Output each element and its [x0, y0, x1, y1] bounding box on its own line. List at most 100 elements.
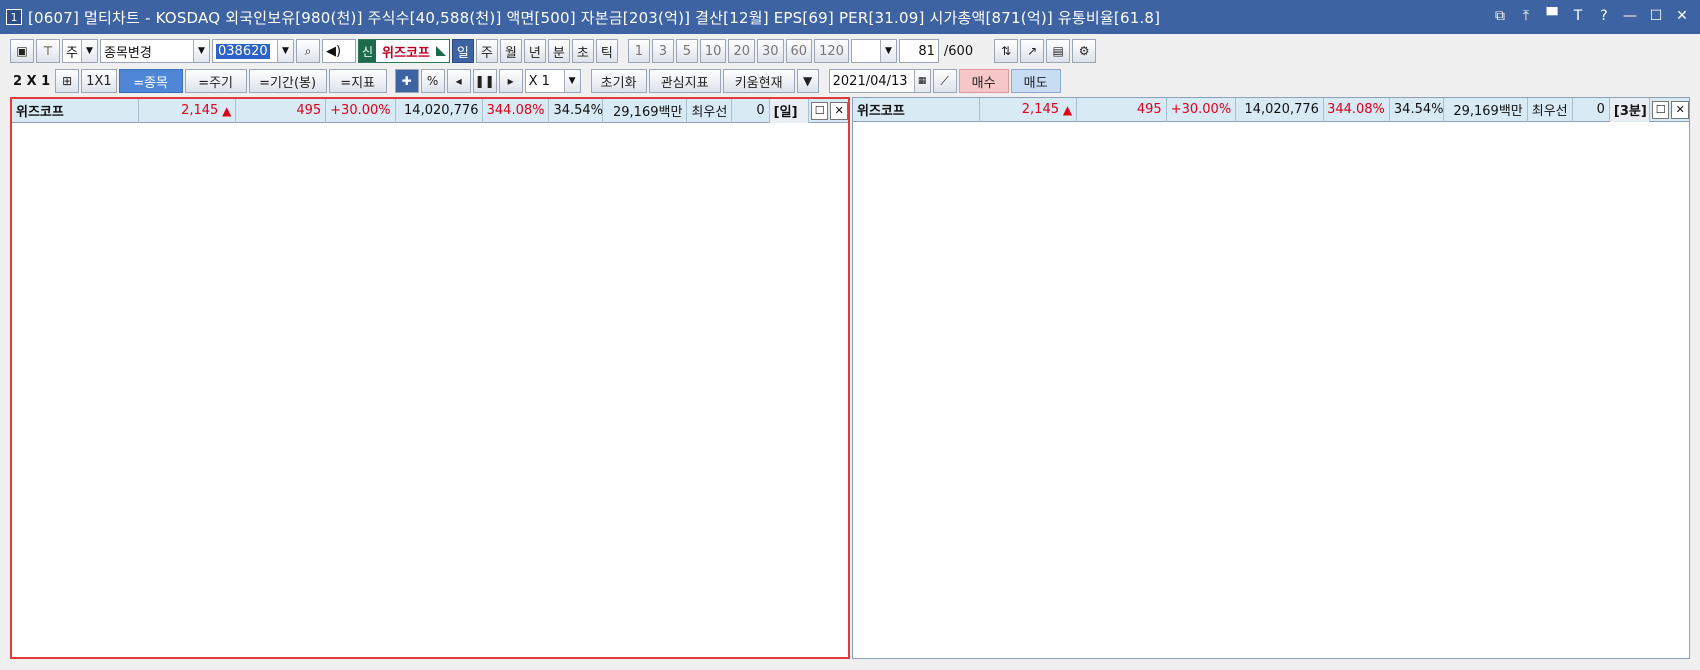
speaker-icon: ◀) [326, 43, 342, 59]
stock-name: 위즈코프 [382, 45, 430, 61]
pin-icon[interactable]: ⊤ [36, 39, 60, 63]
period-label: [3분] [1609, 97, 1650, 122]
toolbar-row-1: ▣ ⊤ 주 ▼ 종목변경 ▼ 038620 ▼ ⌕ ◀) 신 위즈코프 일 주 월 년… [10, 38, 1097, 64]
scroll-left-icon[interactable]: ◂ [446, 69, 471, 93]
period-tick[interactable]: 틱 [595, 39, 618, 63]
help-icon[interactable]: ? [1594, 6, 1614, 26]
percent-button[interactable]: % [420, 69, 445, 93]
gear-icon[interactable]: ⚙ [1072, 39, 1097, 63]
interval-120[interactable]: 120 [814, 39, 849, 63]
window-number: 1 [6, 9, 22, 25]
sell-button[interactable]: 매도 [1010, 69, 1061, 93]
grid-label: 2 X 1 [13, 73, 51, 89]
period-label: [일] [769, 98, 809, 123]
save-icon[interactable]: ▤ [1046, 39, 1071, 63]
period-month[interactable]: 월 [499, 39, 522, 63]
interval-input[interactable]: ▼ [850, 39, 897, 63]
window-title: [0607] 멀티차트 - KOSDAQ 외국인보유[980(천)] 주식수[4… [28, 8, 1161, 27]
fav-indicator-button[interactable]: 관심지표 [648, 69, 721, 93]
period-year[interactable]: 년 [523, 39, 546, 63]
pin-top-icon[interactable]: ⤒ [1516, 6, 1536, 26]
sound-select[interactable]: ◀) [322, 39, 356, 63]
close-icon[interactable]: ✕ [1672, 6, 1692, 26]
period-second[interactable]: 초 [571, 39, 594, 63]
interval-3[interactable]: 3 [651, 39, 674, 63]
sync-indicator-button[interactable]: =지표 [328, 69, 387, 93]
window-controls: ⧉ ⤒ ▀ T ? — ☐ ✕ [1490, 6, 1692, 26]
compare-icon[interactable]: ⇅ [994, 39, 1019, 63]
reset-button[interactable]: 초기화 [590, 69, 647, 93]
count-input[interactable]: 81 [898, 39, 939, 63]
draw-line-icon[interactable]: ↗ [1020, 39, 1045, 63]
pause-icon[interactable]: ❚❚ [472, 69, 497, 93]
buy-button[interactable]: 매수 [958, 69, 1009, 93]
layout-icon[interactable]: ▣ [10, 39, 34, 63]
chart-tool-icon[interactable]: ⟋ [932, 69, 957, 93]
sync-stock-button[interactable]: =종목 [118, 69, 183, 93]
amount: 29,169백만 [603, 98, 688, 123]
new-badge: 신 [359, 40, 377, 62]
right-chart-panel: 위즈코프 2,145 ▲ 495 +30.00% 14,020,776 344.… [852, 97, 1690, 659]
price-change-pct: +30.00% [1167, 97, 1237, 122]
interval-10[interactable]: 10 [699, 39, 727, 63]
price-change: 495 [1077, 97, 1167, 122]
crosshair-icon[interactable]: ✚ [394, 69, 419, 93]
minimize-icon[interactable]: — [1620, 6, 1640, 26]
interval-60[interactable]: 60 [785, 39, 813, 63]
pin-icon[interactable]: ▀ [1542, 6, 1562, 26]
tile-icon[interactable]: ⧉ [1490, 6, 1510, 26]
stock-code-input[interactable]: 038620 ▼ [212, 39, 294, 63]
left-panel-header: 위즈코프 2,145 ▲ 495 +30.00% 14,020,776 344.… [12, 98, 848, 123]
period-minute[interactable]: 분 [547, 39, 570, 63]
best-label: 최우선 [687, 98, 733, 123]
price: 2,145 ▲ [139, 98, 237, 123]
maximize-icon[interactable]: ☐ [1651, 100, 1670, 119]
volume-ratio: 344.08% [483, 98, 550, 123]
interval-1[interactable]: 1 [627, 39, 650, 63]
best-value: 0 [732, 98, 770, 123]
close-icon[interactable]: ✕ [830, 101, 848, 120]
period-day[interactable]: 일 [451, 39, 474, 63]
calendar-icon: ▦ [913, 70, 930, 92]
close-icon[interactable]: ✕ [1671, 100, 1689, 119]
chevron-down-icon: ▼ [879, 40, 896, 62]
corner-triangle-icon [435, 46, 446, 56]
mode-select[interactable]: 종목변경 ▼ [100, 39, 210, 63]
search-icon[interactable]: ⌕ [296, 39, 320, 63]
scroll-right-icon[interactable]: ▸ [498, 69, 523, 93]
chevron-down-icon: ▼ [193, 40, 209, 62]
maximize-icon[interactable]: ☐ [810, 101, 829, 120]
market-select[interactable]: 주 ▼ [62, 39, 98, 63]
arrow-up-icon: ▲ [1059, 102, 1073, 117]
best-value: 0 [1573, 97, 1610, 122]
best-label: 최우선 [1528, 97, 1573, 122]
sync-period-button[interactable]: =주기 [184, 69, 247, 93]
period-week[interactable]: 주 [475, 39, 498, 63]
price-change: 495 [236, 98, 327, 123]
interval-5[interactable]: 5 [675, 39, 698, 63]
count-max: /600 [943, 43, 974, 59]
chevron-down-icon[interactable]: ▼ [796, 69, 819, 93]
volume: 14,020,776 [396, 98, 484, 123]
price-change-pct: +30.00% [326, 98, 396, 123]
arrow-up-icon: ▲ [218, 103, 232, 118]
right-panel-header: 위즈코프 2,145 ▲ 495 +30.00% 14,020,776 344.… [853, 97, 1689, 122]
left-chart-panel: 위즈코프 2,145 ▲ 495 +30.00% 14,020,776 344.… [10, 97, 850, 659]
font-icon[interactable]: T [1568, 6, 1588, 26]
layout-1x1-button[interactable]: 1X1 [81, 69, 117, 93]
chevron-down-icon: ▼ [563, 70, 580, 92]
grid-icon[interactable]: ⊞ [55, 69, 80, 93]
volume-ratio: 344.08% [1324, 97, 1390, 122]
volume: 14,020,776 [1236, 97, 1324, 122]
maximize-icon[interactable]: ☐ [1646, 6, 1666, 26]
chevron-down-icon: ▼ [81, 40, 97, 62]
stock-name-box[interactable]: 신 위즈코프 [358, 39, 450, 63]
turnover: 34.54% [549, 98, 604, 123]
toolbar-row-2: 2 X 1 ⊞ 1X1 =종목 =주기 =기간(봉) =지표 ✚ % ◂ ❚❚ … [10, 68, 1061, 94]
scale-select[interactable]: X 1 ▼ [524, 69, 581, 93]
kiwoom-current-button[interactable]: 키움현재 [722, 69, 795, 93]
interval-30[interactable]: 30 [756, 39, 784, 63]
sync-range-button[interactable]: =기간(봉) [248, 69, 327, 93]
date-input[interactable]: 2021/04/13 ▦ [828, 69, 931, 93]
interval-20[interactable]: 20 [728, 39, 755, 63]
